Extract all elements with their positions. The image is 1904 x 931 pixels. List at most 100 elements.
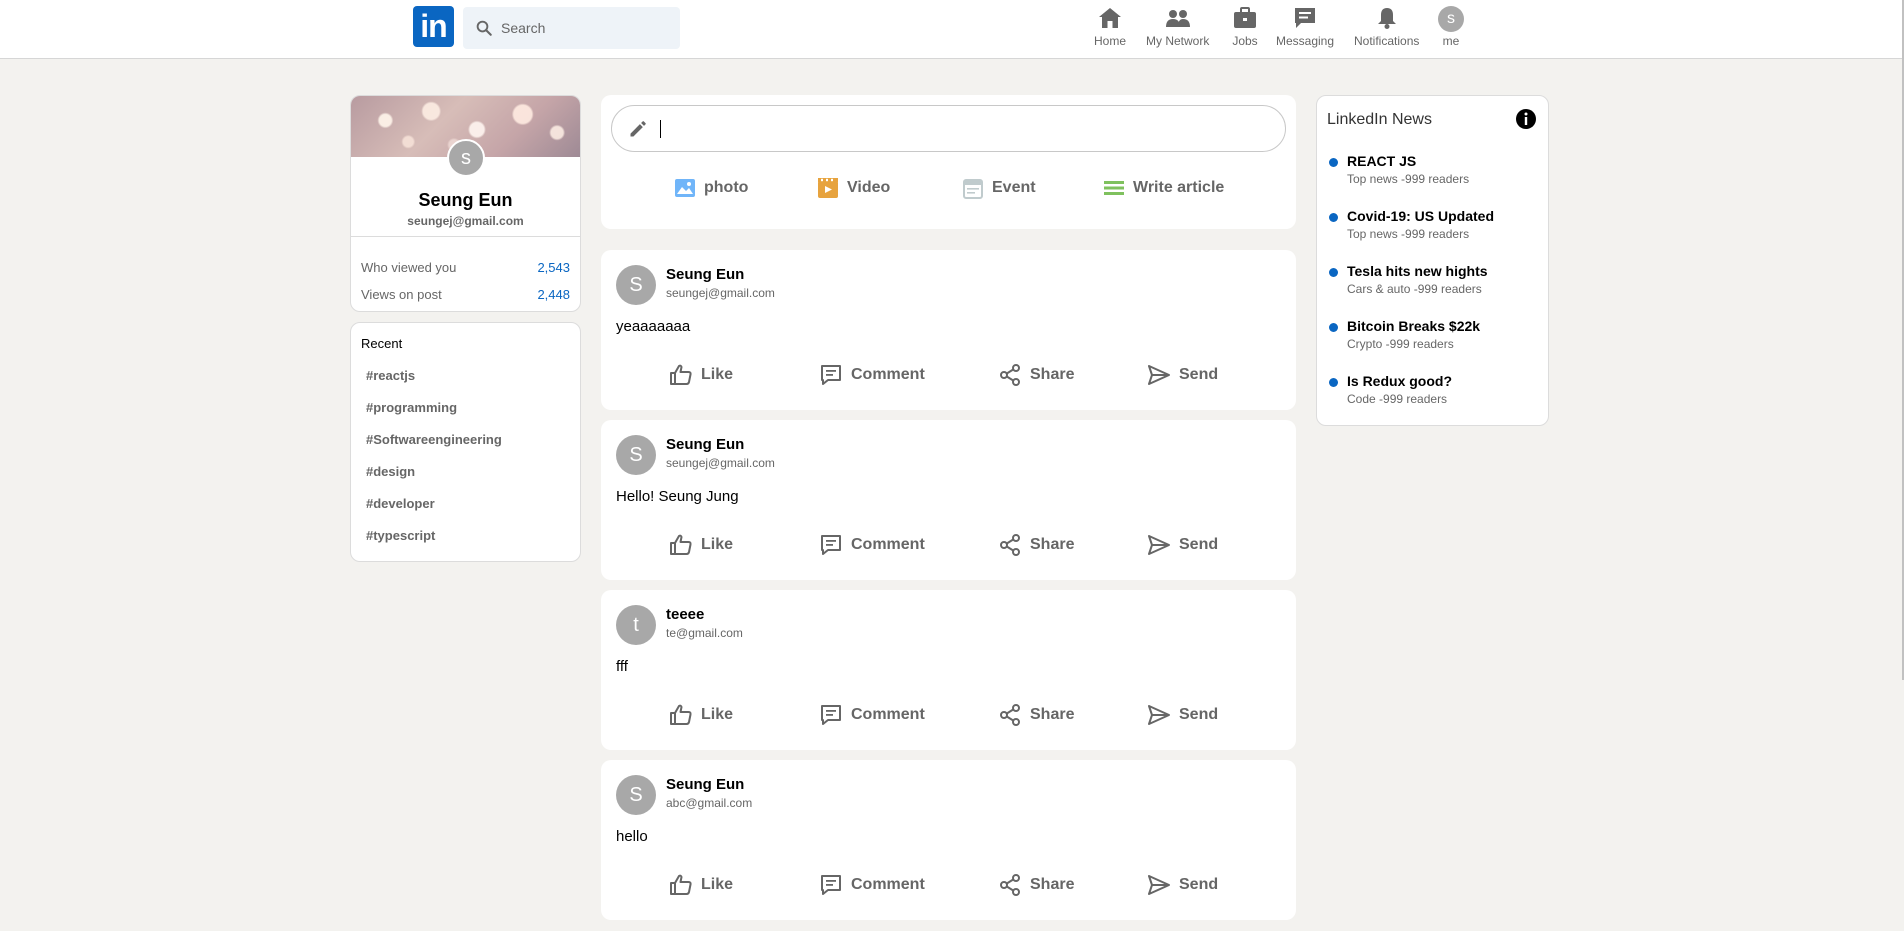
hashtag-item[interactable]: #design [366,464,415,479]
like-label: Like [701,366,734,383]
bullet-icon [1329,268,1338,277]
nav-me[interactable]: s me [1438,6,1464,50]
network-icon [1165,10,1190,27]
composer-event-button[interactable]: Event [962,177,1036,199]
post-body: hello [616,828,648,845]
bullet-icon [1329,378,1338,387]
search-bar[interactable] [463,7,680,49]
news-subtitle: Cars & auto -999 readers [1347,282,1482,296]
share-button[interactable]: Share [998,873,1074,897]
comment-icon [821,535,841,555]
search-icon [476,20,492,36]
comment-button[interactable]: Comment [819,873,925,897]
share-button[interactable]: Share [998,533,1074,557]
comment-label: Comment [851,536,925,553]
like-button[interactable]: Like [669,533,733,557]
share-icon [1000,364,1020,386]
post-avatar[interactable]: t [616,605,656,645]
me-avatar[interactable]: s [1438,6,1464,32]
bullet-icon [1329,213,1338,222]
stat-who-viewed[interactable]: Who viewed you 2,543 [361,260,570,280]
comment-icon [821,365,841,385]
like-label: Like [701,876,734,893]
nav-my-network[interactable]: My Network [1146,6,1209,50]
divider [351,236,580,237]
news-subtitle: Top news -999 readers [1347,172,1470,186]
nav-notifications[interactable]: Notifications [1354,6,1419,50]
hashtag-item[interactable]: #Softwareengineering [366,432,502,447]
like-label: Like [701,536,734,553]
post-author-name[interactable]: Seung Eun [666,266,744,283]
search-input[interactable] [501,20,661,36]
post-card: S Seung Eun abc@gmail.com hello Like Com… [601,760,1296,920]
profile-name: Seung Eun [418,190,513,210]
post-author-email: seungej@gmail.com [666,456,775,470]
hashtag-item[interactable]: #programming [366,400,457,415]
post-author-name[interactable]: Seung Eun [666,436,744,453]
post-avatar[interactable]: S [616,435,656,475]
hashtag-item[interactable]: #developer [366,496,435,511]
nav-jobs[interactable]: Jobs [1232,6,1258,50]
post-input[interactable] [611,105,1286,152]
message-icon [1295,8,1316,28]
like-button[interactable]: Like [669,703,733,727]
share-label: Share [1030,876,1075,893]
nav-messaging[interactable]: Messaging [1276,6,1334,50]
like-button[interactable]: Like [669,363,733,387]
hashtag-item[interactable]: #typescript [366,528,435,543]
info-icon[interactable] [1515,108,1537,130]
share-icon [1000,704,1020,726]
composer-photo-label: photo [704,179,749,196]
share-icon [1000,874,1020,896]
home-icon [1099,8,1121,28]
stat-label: Who viewed you [361,260,457,275]
send-button[interactable]: Send [1147,363,1218,387]
send-button[interactable]: Send [1147,703,1218,727]
calendar-icon [963,179,983,199]
thumbs-up-icon [670,364,692,385]
profile-avatar[interactable]: s [447,139,485,177]
bullet-icon [1329,158,1338,167]
send-icon [1148,705,1170,725]
post-author-name[interactable]: Seung Eun [666,776,744,793]
comment-button[interactable]: Comment [819,363,925,387]
send-button[interactable]: Send [1147,533,1218,557]
composer-write-article-label: Write article [1133,179,1225,196]
nav-messaging-label: Messaging [1276,34,1335,48]
nav-home[interactable]: Home [1094,6,1126,50]
composer-write-article-button[interactable]: Write article [1103,177,1224,199]
linkedin-logo[interactable]: in [413,6,454,47]
post-author-email: seungej@gmail.com [666,286,775,300]
send-icon [1148,365,1170,385]
bullet-icon [1329,323,1338,332]
post-avatar[interactable]: S [616,775,656,815]
nav-my-network-label: My Network [1146,34,1210,48]
nav-home-label: Home [1094,34,1127,48]
post-author-name[interactable]: teeee [666,606,704,623]
post-body: Hello! Seung Jung [616,488,739,505]
composer-event-label: Event [992,179,1036,196]
post-composer: photo Video Event Write article [601,95,1296,229]
thumbs-up-icon [670,874,692,895]
news-headline: REACT JS [1347,153,1417,169]
hashtag-item[interactable]: #reactjs [366,368,415,383]
thumbs-up-icon [670,534,692,555]
comment-button[interactable]: Comment [819,703,925,727]
nav-jobs-label: Jobs [1232,34,1258,48]
post-avatar[interactable]: S [616,265,656,305]
comment-label: Comment [851,706,925,723]
share-label: Share [1030,366,1075,383]
stat-views-on-post[interactable]: Views on post 2,448 [361,287,570,307]
composer-photo-button[interactable]: photo [674,177,748,199]
send-label: Send [1179,536,1219,553]
like-button[interactable]: Like [669,873,733,897]
comment-button[interactable]: Comment [819,533,925,557]
share-button[interactable]: Share [998,703,1074,727]
share-label: Share [1030,706,1075,723]
send-button[interactable]: Send [1147,873,1218,897]
post-card: S Seung Eun seungej@gmail.com Hello! Seu… [601,420,1296,580]
comment-label: Comment [851,366,925,383]
share-button[interactable]: Share [998,363,1074,387]
video-icon [818,178,838,198]
composer-video-button[interactable]: Video [817,177,890,199]
